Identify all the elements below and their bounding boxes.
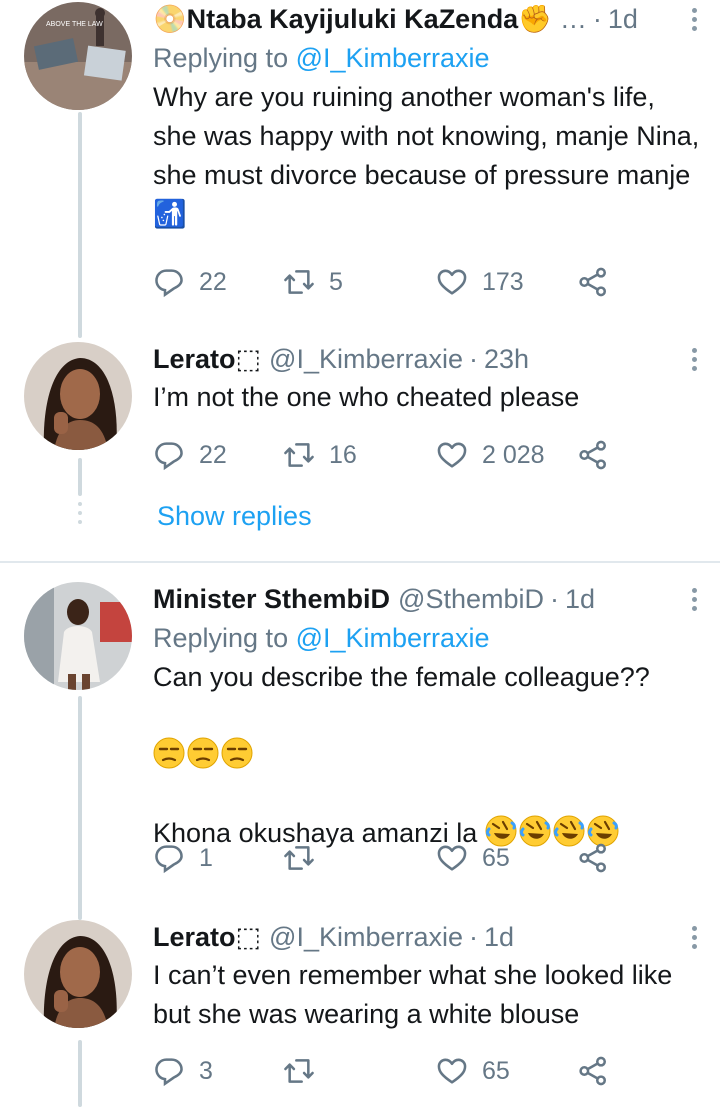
share-button[interactable] <box>577 838 623 878</box>
tweet-text: I can’t even remember what she looked li… <box>153 960 673 1029</box>
reply-button[interactable]: 22 <box>153 435 227 475</box>
emoji-row-unamused <box>153 697 700 775</box>
replying-to: Replying to @I_Kimberraxie <box>153 40 700 76</box>
show-replies-link[interactable]: Show replies <box>157 498 312 534</box>
like-button[interactable]: 2 028 <box>436 435 545 475</box>
mention-link[interactable]: @I_Kimberraxie <box>296 43 490 73</box>
reply-count: 22 <box>199 267 227 296</box>
reply-icon <box>153 266 185 298</box>
retweet-icon <box>283 842 315 874</box>
retweet-count: 5 <box>329 267 343 296</box>
retweet-button[interactable]: 16 <box>283 435 357 475</box>
unamused-face-icon <box>187 737 219 769</box>
avatar[interactable]: ABOVE THE LAW <box>24 2 132 110</box>
share-button[interactable] <box>577 435 623 475</box>
like-count: 65 <box>482 843 510 872</box>
more-icon[interactable] <box>690 926 700 953</box>
timestamp[interactable]: 1d <box>565 582 595 616</box>
reply-button[interactable]: 22 <box>153 262 227 302</box>
share-icon <box>577 266 609 298</box>
thread-line-1 <box>78 112 82 338</box>
handle[interactable]: @I_Kimberraxie <box>269 342 463 376</box>
separator: · <box>592 4 602 34</box>
like-icon <box>436 439 468 471</box>
timestamp[interactable]: 1d <box>608 2 638 36</box>
tweet-actions: 1 65 <box>153 838 623 878</box>
mention-link[interactable]: @I_Kimberraxie <box>296 623 490 653</box>
handle[interactable]: @I_Kimberraxie <box>269 920 463 954</box>
like-icon <box>436 842 468 874</box>
reply-count: 3 <box>199 1056 213 1085</box>
retweet-icon <box>283 1055 315 1087</box>
thread-divider <box>0 561 720 563</box>
thread-dots <box>76 502 84 529</box>
reply-icon <box>153 842 185 874</box>
retweet-icon <box>283 266 315 298</box>
display-name[interactable]: Lerato⬚ <box>153 920 261 954</box>
reply-count: 1 <box>199 843 213 872</box>
reply-button[interactable]: 3 <box>153 1051 213 1091</box>
tweet-text-line-1: Can you describe the female colleague?? <box>153 662 650 692</box>
like-button[interactable]: 65 <box>436 838 510 878</box>
reply-count: 22 <box>199 440 227 469</box>
like-count: 2 028 <box>482 440 545 469</box>
reply-icon <box>153 439 185 471</box>
share-icon <box>577 1055 609 1087</box>
replying-prefix: Replying to <box>153 43 296 73</box>
more-icon[interactable] <box>690 348 700 375</box>
reply-button[interactable]: 1 <box>153 838 213 878</box>
timestamp[interactable]: 1d <box>484 920 514 954</box>
replying-to: Replying to @I_Kimberraxie <box>153 620 700 656</box>
share-button[interactable] <box>577 262 623 302</box>
share-icon <box>577 439 609 471</box>
display-name[interactable]: Minister SthembiD <box>153 582 390 616</box>
timestamp[interactable]: 23h <box>484 342 529 376</box>
handle[interactable]: … <box>560 2 587 36</box>
like-button[interactable]: 65 <box>436 1051 510 1091</box>
thread-line-3 <box>78 696 82 920</box>
handle[interactable]: @SthembiD <box>398 582 544 616</box>
avatar[interactable] <box>24 342 132 450</box>
display-name[interactable]: Lerato⬚ <box>153 342 261 376</box>
retweet-button[interactable] <box>283 838 329 878</box>
retweet-button[interactable] <box>283 1051 329 1091</box>
separator: · <box>550 584 559 614</box>
like-button[interactable]: 173 <box>436 262 524 302</box>
avatar[interactable] <box>24 582 132 690</box>
thread-line-2 <box>78 458 82 496</box>
avatar-caption: ABOVE THE LAW <box>46 21 103 28</box>
tweet-actions: 3 65 <box>153 1051 623 1091</box>
like-icon <box>436 1055 468 1087</box>
retweet-icon <box>283 439 315 471</box>
like-count: 65 <box>482 1056 510 1085</box>
share-button[interactable] <box>577 1051 623 1091</box>
tweet-actions: 22 16 2 028 <box>153 435 623 475</box>
retweet-button[interactable]: 5 <box>283 262 343 302</box>
replying-prefix: Replying to <box>153 623 296 653</box>
more-icon[interactable] <box>690 588 700 615</box>
unamused-face-icon <box>153 737 185 769</box>
thread-line-4 <box>78 1040 82 1107</box>
more-icon[interactable] <box>690 8 700 35</box>
tweet-text: Why are you ruining another woman's life… <box>153 82 700 229</box>
display-name[interactable]: 📀Ntaba Kayijuluki KaZenda✊ <box>153 2 552 36</box>
retweet-count: 16 <box>329 440 357 469</box>
like-count: 173 <box>482 267 524 296</box>
separator: · <box>469 344 479 374</box>
unamused-face-icon <box>221 737 253 769</box>
like-icon <box>436 266 468 298</box>
tweet-actions: 22 5 173 <box>153 262 623 302</box>
share-icon <box>577 842 609 874</box>
separator: · <box>469 922 479 952</box>
avatar[interactable] <box>24 920 132 1028</box>
reply-icon <box>153 1055 185 1087</box>
tweet-text: I’m not the one who cheated please <box>153 382 580 412</box>
